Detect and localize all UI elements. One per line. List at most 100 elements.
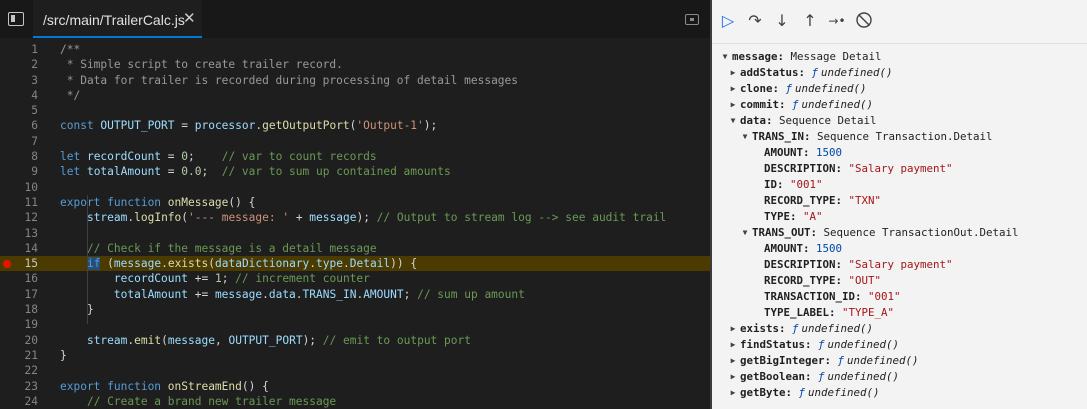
code-line[interactable]: 14 // Check if the message is a detail m… xyxy=(0,241,710,256)
variable-row[interactable]: ▼ message: Message Detail xyxy=(712,49,1087,65)
code-line[interactable]: 18 } xyxy=(0,302,710,317)
code-line[interactable]: 1 /** xyxy=(0,42,710,57)
variable-row[interactable]: RECORD_TYPE: "OUT" xyxy=(712,273,1087,289)
variable-label: ID: "001" xyxy=(764,177,823,193)
variable-value: "OUT" xyxy=(842,274,882,287)
chevron-right-icon[interactable]: ▶ xyxy=(728,353,738,369)
code-line[interactable]: 24 // Create a brand new trailer message xyxy=(0,394,710,409)
variable-value: Sequence TransactionOut.Detail xyxy=(817,226,1019,239)
variable-row[interactable]: RECORD_TYPE: "TXN" xyxy=(712,193,1087,209)
code-line[interactable]: 5 xyxy=(0,103,710,118)
step-over-icon[interactable]: ↷ xyxy=(745,11,765,31)
tab-trailercalc[interactable]: /src/main/TrailerCalc.js ✕ xyxy=(33,0,202,38)
code-line[interactable]: 2 * Simple script to create trailer reco… xyxy=(0,57,710,72)
code-token: stream xyxy=(86,333,128,347)
debug-toolbar: ▷ ↷ ↓ ↑ →• xyxy=(712,0,1087,44)
step-into-icon[interactable]: ↓ xyxy=(772,11,792,31)
chevron-right-icon[interactable]: ▶ xyxy=(728,97,738,113)
variable-row[interactable]: ▶ commit: ƒ undefined() xyxy=(712,97,1087,113)
chevron-down-icon[interactable]: ▼ xyxy=(728,113,738,129)
variable-value: Message Detail xyxy=(784,50,882,63)
variable-row[interactable]: ▶ clone: ƒ undefined() xyxy=(712,81,1087,97)
code-token: * Simple script to create trailer record… xyxy=(60,58,343,72)
code-line[interactable]: 7 xyxy=(0,134,710,149)
chevron-right-icon[interactable]: ▶ xyxy=(728,81,738,97)
variable-row[interactable]: AMOUNT: 1500 xyxy=(712,241,1087,257)
code-line[interactable]: 6 const OUTPUT_PORT = processor.getOutput… xyxy=(0,118,710,133)
code-line[interactable]: 16 recordCount += 1; // increment counte… xyxy=(0,271,710,286)
code-token: . xyxy=(295,287,303,301)
code-text: export function onMessage() { xyxy=(60,195,255,210)
line-number: 22 xyxy=(24,364,38,378)
run-to-cursor-icon[interactable]: →• xyxy=(827,11,847,31)
variable-row[interactable]: ▶ getByte: ƒ undefined() xyxy=(712,385,1087,401)
code-token: = xyxy=(161,165,182,179)
variable-row[interactable]: ▶ getBigInteger: ƒ undefined() xyxy=(712,353,1087,369)
line-number: 11 xyxy=(24,195,38,209)
code-line[interactable]: 20 stream.emit(message, OUTPUT_PORT); //… xyxy=(0,333,710,348)
code-line[interactable]: 21} xyxy=(0,348,710,363)
variable-row[interactable]: ▶ findStatus: ƒ undefined() xyxy=(712,337,1087,353)
chevron-right-icon[interactable]: ▶ xyxy=(728,337,738,353)
code-token: function xyxy=(107,195,168,209)
variable-row[interactable]: ▶ exists: ƒ undefined() xyxy=(712,321,1087,337)
code-token: logInfo xyxy=(134,211,182,225)
code-line[interactable]: 22 xyxy=(0,363,710,378)
variable-row[interactable]: ▶ getBoolean: ƒ undefined() xyxy=(712,369,1087,385)
code-area[interactable]: 1/** 2 * Simple script to create trailer … xyxy=(0,42,710,409)
code-line[interactable]: 9 let totalAmount = 0.0; // var to sum up… xyxy=(0,164,710,179)
toggle-sidebar-icon[interactable] xyxy=(8,12,24,26)
code-line[interactable]: 10 xyxy=(0,180,710,195)
variable-row[interactable]: TYPE: "A" xyxy=(712,209,1087,225)
code-token: onStreamEnd xyxy=(167,379,242,393)
code-token: '--- message: ' xyxy=(188,211,290,225)
code-token: OUTPUT_PORT xyxy=(228,333,303,347)
variable-label: RECORD_TYPE: "TXN" xyxy=(764,193,881,209)
step-out-icon[interactable]: ↑ xyxy=(800,11,820,31)
code-line[interactable]: 17 totalAmount += message.data.TRANS_IN.… xyxy=(0,287,710,302)
chevron-right-icon[interactable]: ▶ xyxy=(728,369,738,385)
chevron-right-icon[interactable]: ▶ xyxy=(728,385,738,401)
variable-key: DESCRIPTION: xyxy=(764,162,843,175)
code-line[interactable]: 19 xyxy=(0,317,710,332)
variable-row[interactable]: ▼ TRANS_IN: Sequence Transaction.Detail xyxy=(712,129,1087,145)
chevron-right-icon[interactable]: ▶ xyxy=(728,65,738,81)
continue-icon[interactable]: ▷ xyxy=(718,11,738,31)
variable-row[interactable]: ID: "001" xyxy=(712,177,1087,193)
code-token: stream xyxy=(86,211,128,225)
code-token: // var to count records xyxy=(221,150,377,164)
code-token: 1 xyxy=(214,272,222,286)
variable-row[interactable]: ▼ data: Sequence Detail xyxy=(712,113,1087,129)
code-token: ( xyxy=(100,257,114,271)
line-number: 24 xyxy=(24,394,38,408)
split-editor-icon[interactable] xyxy=(685,14,699,25)
code-line[interactable]: 4 */ xyxy=(0,88,710,103)
variable-label: TRANS_IN: Sequence Transaction.Detail xyxy=(752,129,993,145)
variable-row[interactable]: TYPE_LABEL: "TYPE_A" xyxy=(712,305,1087,321)
line-number: 6 xyxy=(31,119,38,133)
chevron-right-icon[interactable]: ▶ xyxy=(728,321,738,337)
code-line[interactable]: 23 export function onStreamEnd() { xyxy=(0,379,710,394)
code-line[interactable]: 8 let recordCount = 0; // var to count re… xyxy=(0,149,710,164)
variable-row[interactable]: AMOUNT: 1500 xyxy=(712,145,1087,161)
variable-label: clone: ƒ undefined() xyxy=(740,81,867,97)
code-token: message xyxy=(309,211,357,225)
code-text: export function onStreamEnd() { xyxy=(60,379,269,394)
code-line[interactable]: 13 xyxy=(0,226,710,241)
variable-row[interactable]: ▶ addStatus: ƒ undefined() xyxy=(712,65,1087,81)
code-line[interactable]: 11 export function onMessage() { xyxy=(0,195,710,210)
variable-row[interactable]: TRANSACTION_ID: "001" xyxy=(712,289,1087,305)
line-number: 19 xyxy=(24,318,38,332)
line-number: 3 xyxy=(31,73,38,87)
variable-row[interactable]: DESCRIPTION: "Salary payment" xyxy=(712,257,1087,273)
variable-row[interactable]: DESCRIPTION: "Salary payment" xyxy=(712,161,1087,177)
close-icon[interactable]: ✕ xyxy=(183,11,196,26)
variable-row[interactable]: ▼ TRANS_OUT: Sequence TransactionOut.Deta… xyxy=(712,225,1087,241)
code-line[interactable]: 12 stream.logInfo('--- message: ' + mess… xyxy=(0,210,710,225)
chevron-down-icon[interactable]: ▼ xyxy=(740,225,750,241)
deactivate-breakpoints-icon[interactable] xyxy=(854,11,874,31)
chevron-down-icon[interactable]: ▼ xyxy=(720,49,730,65)
chevron-down-icon[interactable]: ▼ xyxy=(740,129,750,145)
code-line[interactable]: 3 * Data for trailer is recorded during … xyxy=(0,73,710,88)
code-line[interactable]: 15 if (message.exists(dataDictionary.typ… xyxy=(0,256,710,272)
